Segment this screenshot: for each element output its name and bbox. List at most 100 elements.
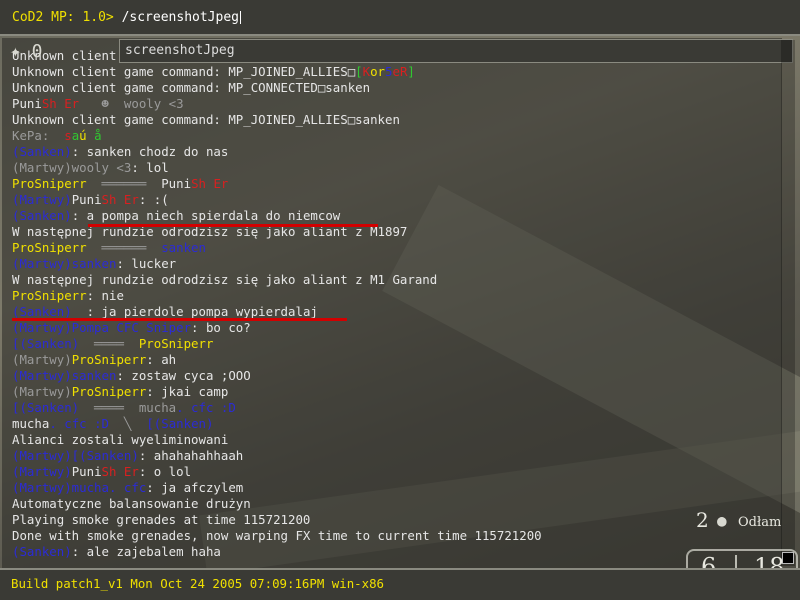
log-text-segment: (Sanken) [12,304,72,319]
console-log-line: Unknown client game command: MP_JOINED_A… [12,112,782,128]
console-log-line: ProSniperr ══════ sanken [12,240,782,256]
log-text-segment: Alianci zostali wyeliminowani [12,432,229,447]
log-text-segment: : lol [131,160,169,175]
log-text-segment: : o lol [138,464,192,479]
log-text-segment: Done with smoke grenades, now warping FX… [12,528,542,543]
console-log-line: (Martwy)sanken: lucker [12,256,782,272]
console-log-line: KePa: saú å [12,128,782,144]
log-text-segment: (Sanken) [12,208,72,223]
log-text-segment: ProSniperr [138,336,214,351]
log-text-segment: [(Sanken) [146,416,214,431]
log-text-segment: KePa: [12,128,50,143]
log-text-segment: (Martwy)[(Sanken) [12,448,139,463]
log-text-segment: Playing smoke grenades at time 115721200 [12,512,311,527]
log-text-segment: Sh Er [101,464,139,479]
log-text-segment: W następnej rundzie odrodzisz się jako a… [12,272,438,287]
console-log-line: [(Sanken) ════ mucha. cfc :D [12,400,782,416]
console-log-line: (Martwy)mucha. cfc: ja afczylem [12,480,782,496]
console-log-line: (Sanken): sanken chodz do nas [12,144,782,160]
log-text-segment: Sh Er [191,176,229,191]
console-log-line: [(Sanken) ════ ProSniperr [12,336,782,352]
grenade-count: 2 [696,508,709,532]
log-text-segment: (Martwy) [12,464,72,479]
log-text-segment: ☻ wooly <3 [79,96,184,111]
console-log-line: ProSniperr ══════ PuniSh Er [12,176,782,192]
log-text-segment: (Martwy)wooly <3 [12,160,132,175]
console-log-line: Unknown client game command: MP_CONNECTE… [12,80,782,96]
console-log-line: Done with smoke grenades, now warping FX… [12,528,782,544]
log-text-segment: : ahahahahhaah [138,448,244,463]
log-text-segment: ══════ [86,240,162,255]
log-text-segment: (Martwy) [12,352,72,367]
console-log-line: W następnej rundzie odrodzisz się jako a… [12,272,782,288]
log-text-segment: Puni [161,176,192,191]
log-text-segment: : ja pierdole pompa wypierdalaj [71,304,318,319]
log-text-segment: : jkai camp [146,384,229,399]
console-scrollbar[interactable] [781,40,795,566]
log-text-segment: mucha [12,416,50,431]
console-log-line: Unknown client game command: MP_JOINED_A… [12,64,782,80]
console-log-line: Playing smoke grenades at time 115721200 [12,512,782,528]
console-log-line: mucha. cfc :D ╲ [(Sanken) [12,416,782,432]
console-log-lines: Unknown client Unknown client game comman… [12,48,782,560]
log-text-segment: : a pompa niech spierdala do niemcow [71,208,341,223]
log-text-segment: (Martwy)sanken [12,368,117,383]
grenade-icon: ● [717,511,727,530]
console-log-line: Alianci zostali wyeliminowani [12,432,782,448]
console-log-line: (Martwy)Pompa CFC Sniper: bo co? [12,320,782,336]
console-log-panel: Unknown client Unknown client game comman… [2,38,782,568]
red-underline-annotation [88,224,378,227]
log-text-segment: eR [392,64,408,79]
console-input-bar[interactable]: CoD2 MP: 1.0> /screenshotJpeg [0,0,800,36]
console-prompt: CoD2 MP: 1.0> [12,10,114,25]
log-text-segment: (Martwy)sanken [12,256,117,271]
autocomplete-suggestion[interactable]: screenshotJpeg [119,39,793,63]
console-log-line: (Martwy)ProSniperr: jkai camp [12,384,782,400]
log-text-segment: Sh Er [101,192,139,207]
log-text-segment: ProSniperr [12,176,87,191]
console-log-line: (Martwy)PuniSh Er: :( [12,192,782,208]
log-text-segment: ProSniperr [12,288,87,303]
log-text-segment [49,128,64,143]
log-text-segment: s [64,128,72,143]
console-log-line: (Martwy)ProSniperr: ah [12,352,782,368]
log-text-segment: ══════ [86,176,162,191]
console-log-line: (Sanken): ale zajebalem haha [12,544,782,560]
grenade-label: Odłam [738,515,782,530]
compass-icon: ✦ 0 [10,41,43,62]
log-text-segment: Unknown client game command: MP_JOINED_A… [12,112,400,127]
log-text-segment: : :( [138,192,169,207]
log-text-segment: : lucker [116,256,177,271]
log-text-segment: ProSniperr [12,240,87,255]
log-text-segment: ════ [79,336,139,351]
log-text-segment: [ [355,64,363,79]
log-text-segment: Sh [41,96,57,111]
text-caret [239,11,241,24]
log-text-segment: ProSniperr [71,384,147,399]
log-text-segment: Automatyczne balansowanie drużyn [12,496,251,511]
log-text-segment: K [362,64,371,79]
log-text-segment: [(Sanken) [12,336,80,351]
console-log-line: (Sanken): a pompa niech spierdala do nie… [12,208,782,224]
log-text-segment: mucha [138,400,177,415]
log-text-segment: å [94,128,102,143]
log-text-segment: : zostaw cyca ;OOO [116,368,251,383]
log-text-segment: (Sanken) [12,144,72,159]
red-underline-annotation [12,318,347,321]
console-input[interactable]: /screenshotJpeg [122,10,239,25]
log-text-segment: (Sanken) [12,544,72,559]
log-text-segment: . cfc :D [176,400,236,415]
log-text-segment: Puni [71,192,102,207]
log-text-segment: [(Sanken) [12,400,80,415]
log-text-segment: (Martwy) [12,192,72,207]
console-log-line: (Martwy)wooly <3: lol [12,160,782,176]
log-text-segment: ú [79,128,95,143]
log-text-segment: (Martwy) [12,384,72,399]
log-text-segment: Puni [71,464,102,479]
log-text-segment: (Martwy)mucha. cfc [12,480,147,495]
log-text-segment: Unknown client game command: MP_CONNECTE… [12,80,371,95]
console-log-line: (Martwy)sanken: zostaw cyca ;OOO [12,368,782,384]
log-text-segment: : ah [146,352,177,367]
log-text-segment: Er [56,96,80,111]
log-text-segment: ╲ [109,416,147,431]
